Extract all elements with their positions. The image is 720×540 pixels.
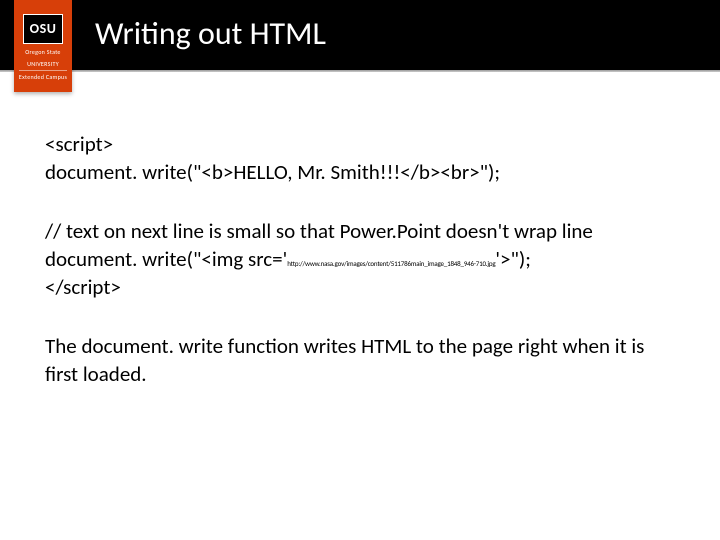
code-line: <script> (45, 130, 675, 158)
code-line: document. write("<b>HELLO, Mr. Smith!!!<… (45, 158, 675, 186)
code-fragment: '>"); (495, 246, 531, 272)
logo-line1: Oregon State (25, 48, 60, 56)
logo-initials: OSU (30, 22, 57, 36)
code-line: </script> (45, 273, 675, 301)
code-block-1: <script> document. write("<b>HELLO, Mr. … (45, 130, 675, 187)
logo-line3: Extended Campus (19, 70, 67, 81)
logo-line2: UNIVERSITY (27, 60, 59, 68)
code-block-2: // text on next line is small so that Po… (45, 217, 675, 302)
slide-title: Writing out HTML (95, 14, 326, 53)
image-url: http://www.nasa.gov/images/content/51178… (287, 259, 495, 268)
explanation-text: The document. write function writes HTML… (45, 332, 675, 389)
code-line: document. write("<img src='http://www.na… (45, 245, 675, 273)
slide: OSU Oregon State UNIVERSITY Extended Cam… (0, 0, 720, 540)
code-fragment: document. write("<img src=' (45, 246, 287, 272)
slide-content: <script> document. write("<b>HELLO, Mr. … (45, 130, 675, 388)
header-divider (0, 70, 720, 72)
osu-logo: OSU Oregon State UNIVERSITY Extended Cam… (14, 0, 72, 92)
code-comment: // text on next line is small so that Po… (45, 217, 675, 245)
osu-logo-badge: OSU (23, 14, 63, 44)
